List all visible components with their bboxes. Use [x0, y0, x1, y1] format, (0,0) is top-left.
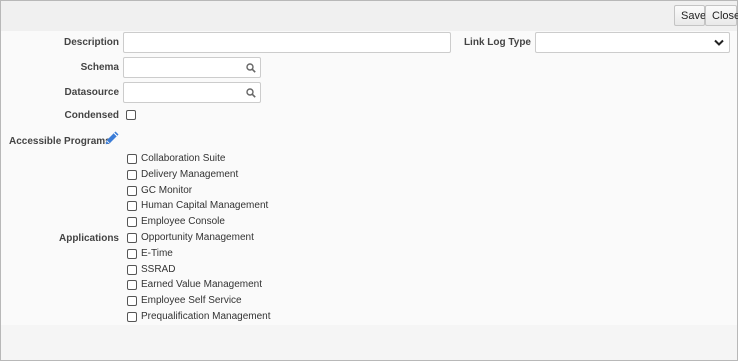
description-input[interactable]: [123, 32, 451, 53]
application-label: Opportunity Management: [141, 232, 254, 243]
close-button[interactable]: Close: [705, 5, 738, 26]
accessible-programs-label: Accessible Programs: [9, 136, 111, 147]
application-label: Employee Console: [141, 216, 225, 228]
link-log-type-select[interactable]: [535, 32, 730, 53]
application-checkbox[interactable]: [127, 169, 137, 180]
save-button[interactable]: Save: [674, 5, 706, 26]
application-label: Earned Value Management: [141, 279, 263, 291]
application-checkbox[interactable]: [127, 154, 137, 164]
application-label: SSRAD: [141, 263, 176, 275]
applications-label: Applications: [58, 233, 119, 244]
search-icon[interactable]: [246, 88, 256, 98]
pencil-icon[interactable]: [104, 130, 120, 146]
application-label: E-Time: [141, 247, 173, 259]
toolbar: Save Close: [1, 1, 738, 31]
application-checkbox[interactable]: [127, 201, 137, 212]
application-label: Human Capital Management: [141, 200, 269, 212]
datasource-input[interactable]: [123, 82, 261, 103]
description-label: Description: [63, 37, 119, 48]
application-checkbox[interactable]: [127, 185, 137, 196]
application-label: Delivery Management: [141, 168, 239, 180]
application-checkbox[interactable]: [127, 296, 137, 307]
application-checkbox[interactable]: [127, 233, 137, 243]
application-checkbox[interactable]: [127, 312, 137, 322]
application-label: Collaboration Suite: [141, 153, 226, 164]
application-label: Prequalification Management: [141, 311, 271, 322]
application-checkbox[interactable]: [127, 264, 137, 275]
dialog-window: Save Close Description Link Log Type Sch…: [0, 0, 738, 361]
application-label: Employee Self Service: [141, 295, 242, 307]
schema-label: Schema: [80, 62, 119, 73]
chevron-down-icon: [714, 39, 724, 46]
datasource-label: Datasource: [64, 87, 119, 98]
application-checkbox[interactable]: [127, 248, 137, 259]
link-log-type-label: Link Log Type: [463, 37, 531, 48]
application-label: GC Monitor: [141, 184, 193, 196]
condensed-label: Condensed: [64, 110, 119, 121]
condensed-checkbox[interactable]: [126, 110, 136, 120]
schema-input[interactable]: [123, 57, 261, 78]
application-checkbox[interactable]: [127, 280, 137, 291]
application-checkbox[interactable]: [127, 217, 137, 228]
search-icon[interactable]: [246, 63, 256, 73]
form-panel: Description Link Log Type Schema Datasou…: [1, 31, 737, 325]
